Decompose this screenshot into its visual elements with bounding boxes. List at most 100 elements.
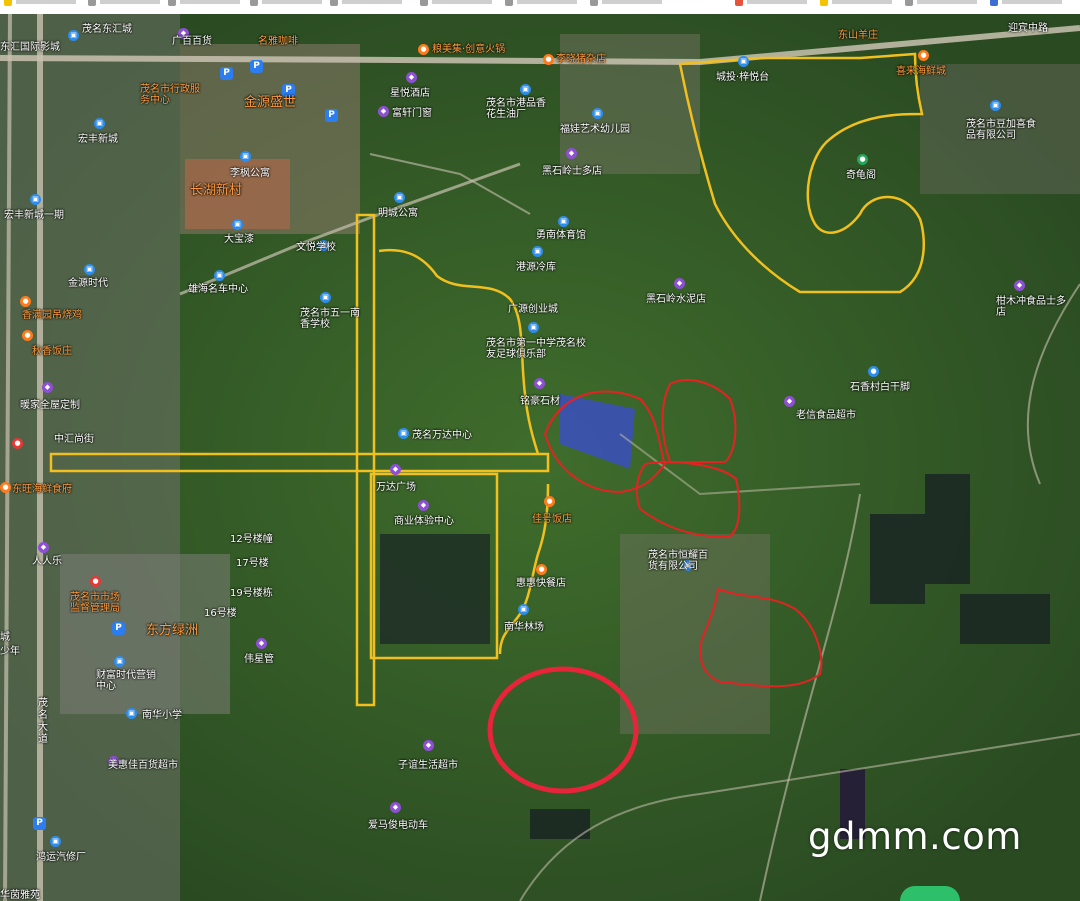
poi-label[interactable]: 茂名万达中心 <box>412 430 472 441</box>
shop-icon[interactable]: ◆ <box>534 378 545 389</box>
bookmark-item[interactable] <box>905 0 985 6</box>
poi-label[interactable]: 商业体验中心 <box>394 516 454 527</box>
poi-label[interactable]: 李晓猪杂店 <box>556 54 606 65</box>
residence-icon[interactable]: ▣ <box>84 264 95 275</box>
poi-label[interactable]: 17号楼 <box>236 558 269 569</box>
poi-label[interactable]: 黑石岭水泥店 <box>646 294 706 305</box>
poi-label[interactable]: 暖家全屋定制 <box>20 400 80 411</box>
bookmark-item[interactable] <box>505 0 585 6</box>
bookmark-item[interactable] <box>820 0 900 6</box>
poi-label[interactable]: 柑木冲食品士多店 <box>996 296 1066 318</box>
poi-label[interactable]: 华茵雅苑 <box>0 890 40 901</box>
poi-label[interactable]: 石香村白干脚 <box>850 382 910 393</box>
school-icon[interactable]: ▣ <box>592 108 603 119</box>
poi-label[interactable]: 城投·梓悦台 <box>716 72 769 83</box>
poi-label[interactable]: 茂名市第一中学茂名校友足球俱乐部 <box>486 338 586 360</box>
poi-label[interactable]: 金源时代 <box>68 278 108 289</box>
parking-icon[interactable]: P <box>33 817 46 830</box>
parking-icon[interactable]: P <box>220 67 233 80</box>
poi-label[interactable]: 宏丰新城一期 <box>4 210 64 221</box>
poi-label[interactable]: 茂名市恒耀百货有限公司 <box>648 550 708 572</box>
bookmark-item[interactable] <box>735 0 815 6</box>
poi-label[interactable]: 子谊生活超市 <box>398 760 458 771</box>
restaurant-icon[interactable]: ● <box>22 330 33 341</box>
building-icon[interactable]: ▣ <box>738 56 749 67</box>
residence-icon[interactable]: ▣ <box>240 151 251 162</box>
poi-label[interactable]: 宏丰新城 <box>78 134 118 145</box>
poi-label[interactable]: 明城公寓 <box>378 208 418 219</box>
poi-label[interactable]: 茂名市豆加喜食品有限公司 <box>966 119 1036 141</box>
shop-icon[interactable]: ● <box>12 438 23 449</box>
mall-icon[interactable]: ◆ <box>390 464 401 475</box>
poi-label[interactable]: 名雅咖啡 <box>258 36 298 47</box>
landmark-icon[interactable]: ● <box>857 154 868 165</box>
poi-label[interactable]: 茂名市市场监督管理局 <box>70 592 126 614</box>
poi-label[interactable]: 广源创业城 <box>508 304 558 315</box>
supermarket-icon[interactable]: ◆ <box>423 740 434 751</box>
landmark-icon[interactable]: ● <box>868 366 879 377</box>
school-icon[interactable]: ▣ <box>126 708 137 719</box>
residence-icon[interactable]: ▣ <box>232 219 243 230</box>
poi-label[interactable]: 爱马俊电动车 <box>368 820 428 831</box>
poi-label[interactable]: 东旺海鲜食府 <box>12 484 72 495</box>
poi-label[interactable]: 佳号饭店 <box>532 514 572 525</box>
shop-icon[interactable]: ◆ <box>378 106 389 117</box>
company-icon[interactable]: ▣ <box>990 100 1001 111</box>
restaurant-icon[interactable]: ● <box>544 496 555 507</box>
poi-label[interactable]: 福娃艺术幼儿园 <box>560 124 630 135</box>
poi-label[interactable]: 19号楼栋 <box>230 588 273 599</box>
poi-label[interactable]: 铭豪石材 <box>520 396 560 407</box>
shop-icon[interactable]: ◆ <box>674 278 685 289</box>
poi-label[interactable]: 12号楼幢 <box>230 534 273 545</box>
shop-icon[interactable]: ◆ <box>1014 280 1025 291</box>
shop-icon[interactable]: ◆ <box>42 382 53 393</box>
poi-label[interactable]: 万达广场 <box>376 482 416 493</box>
bookmark-item[interactable] <box>250 0 330 6</box>
poi-label[interactable]: 中汇尚街 <box>54 434 94 445</box>
satellite-map[interactable]: ▣ ◆ ● ● ● ▣ P P P P ◆ ◆ ▣ ▣ ▣ ▣ ▣ ◆ ● ▣ … <box>0 14 1080 901</box>
poi-label[interactable]: 港源冷库 <box>516 262 556 273</box>
gym-icon[interactable]: ▣ <box>558 216 569 227</box>
bookmark-item[interactable] <box>990 0 1070 6</box>
poi-label[interactable]: 老信食品超市 <box>796 410 856 421</box>
parking-icon[interactable]: P <box>250 60 263 73</box>
poi-label[interactable]: 喜来海鲜城 <box>896 66 946 77</box>
poi-label[interactable]: 李枫公寓 <box>230 168 270 179</box>
poi-label[interactable]: 茂名东汇城 <box>82 24 132 35</box>
shop-icon[interactable]: ◆ <box>390 802 401 813</box>
poi-label[interactable]: 大宝漆 <box>224 234 254 245</box>
poi-label[interactable]: 南华小学 <box>142 710 182 721</box>
parking-icon[interactable]: P <box>112 622 125 635</box>
school-icon[interactable]: ▣ <box>320 292 331 303</box>
poi-label[interactable]: 东山羊庄 <box>838 30 878 41</box>
bookmark-item[interactable] <box>88 0 168 6</box>
poi-label[interactable]: 惠惠快餐店 <box>516 578 566 589</box>
poi-label[interactable]: 黑石岭士多店 <box>542 166 602 177</box>
poi-label[interactable]: 茂名市五一南香学校 <box>300 308 360 330</box>
poi-label[interactable]: 南华林场 <box>504 622 544 633</box>
poi-label[interactable]: 财富时代营销中心 <box>96 670 156 692</box>
residence-icon[interactable]: ▣ <box>94 118 105 129</box>
supermarket-icon[interactable]: ◆ <box>38 542 49 553</box>
restaurant-icon[interactable]: ● <box>918 50 929 61</box>
poi-label[interactable]: 粮美集·创意火锅 <box>432 44 505 55</box>
poi-label[interactable]: 文悦学校 <box>296 242 336 253</box>
bookmark-item[interactable] <box>4 0 84 6</box>
shop-icon[interactable]: ◆ <box>784 396 795 407</box>
poi-label[interactable]: 人人乐 <box>32 556 62 567</box>
poi-label[interactable]: 鸿运汽修厂 <box>36 852 86 863</box>
bookmark-item[interactable] <box>330 0 410 6</box>
restaurant-icon[interactable]: ● <box>543 54 554 65</box>
poi-label[interactable]: 16号楼 <box>204 608 237 619</box>
restaurant-icon[interactable]: ● <box>20 296 31 307</box>
poi-label[interactable]: 星悦酒店 <box>390 88 430 99</box>
factory-icon[interactable]: ▣ <box>520 84 531 95</box>
government-icon[interactable]: ● <box>90 576 101 587</box>
chat-bubble-icon[interactable] <box>900 886 960 901</box>
residence-icon[interactable]: ▣ <box>394 192 405 203</box>
restaurant-icon[interactable]: ● <box>0 482 11 493</box>
bookmark-item[interactable] <box>590 0 670 6</box>
shop-icon[interactable]: ◆ <box>256 638 267 649</box>
cinema-icon[interactable]: ▣ <box>68 30 79 41</box>
poi-label[interactable]: 茂名市行政服务中心 <box>140 84 200 106</box>
